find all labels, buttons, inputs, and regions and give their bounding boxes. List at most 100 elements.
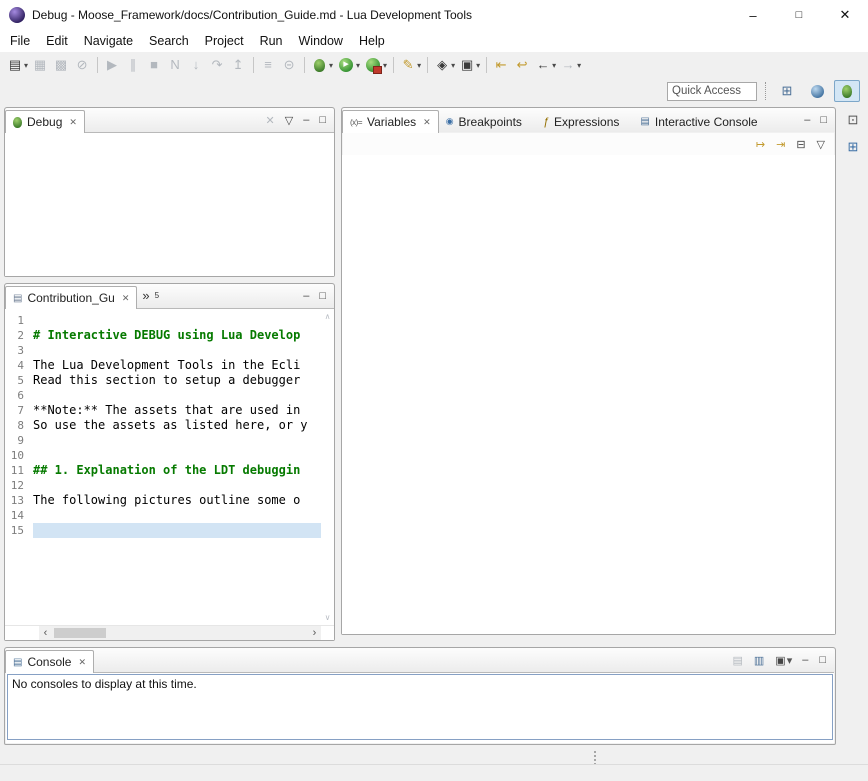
open-task-icon[interactable]: ✎ ▾ [398, 54, 423, 76]
editor-line[interactable]: 2 # Interactive DEBUG using Lua Develop [5, 328, 321, 343]
external-tools-icon[interactable]: ▾ [362, 54, 389, 76]
skip-breakpoints-icon[interactable]: ⊘ [72, 54, 93, 76]
editor-line[interactable]: 8 So use the assets as listed here, or y [5, 418, 321, 433]
disconnect-icon[interactable]: N [165, 54, 186, 76]
hscroll-track[interactable] [52, 626, 308, 640]
editor-line[interactable]: 1 [5, 313, 321, 328]
file-icon: ▤ [13, 293, 22, 304]
hscroll-thumb[interactable] [54, 628, 106, 638]
use-step-filters-icon[interactable]: ⊝ [279, 54, 300, 76]
view-menu-icon[interactable]: ▽ [285, 114, 293, 127]
forward-icon[interactable]: → ▾ [558, 54, 583, 76]
layout-view-icon[interactable]: ⊞ [842, 136, 864, 158]
debug-view-icon [13, 117, 22, 128]
editor-line[interactable]: 9 [5, 433, 321, 448]
minimize-icon[interactable]: – [804, 114, 810, 126]
back-icon[interactable]: ← ▾ [533, 54, 558, 76]
close-button[interactable]: ✕ [822, 0, 868, 30]
pin-console-icon[interactable]: ▤ [732, 654, 743, 667]
menu-item-edit[interactable]: Edit [38, 30, 76, 52]
open-perspective-button[interactable]: ⊞ [774, 80, 800, 102]
resume-icon[interactable]: ▶ [102, 54, 123, 76]
menu-item-project[interactable]: Project [197, 30, 252, 52]
maximize-icon[interactable]: □ [820, 114, 827, 126]
minimize-icon[interactable]: – [303, 114, 309, 126]
maximize-button[interactable]: □ [776, 0, 822, 30]
open-console-icon[interactable]: ▣ ▾ [775, 654, 792, 667]
tab-expressions[interactable]: ƒ Expressions [536, 111, 634, 132]
editor-line[interactable]: 11 ## 1. Explanation of the LDT debuggin [5, 463, 321, 478]
editor-line[interactable]: 13 The following pictures outline some o [5, 493, 321, 508]
close-icon[interactable]: ✕ [69, 117, 77, 128]
menu-item-navigate[interactable]: Navigate [76, 30, 141, 52]
view-menu-icon[interactable]: ▽ [817, 138, 825, 151]
lua-perspective-button[interactable] [804, 80, 830, 102]
editor-horizontal-scrollbar[interactable]: ‹ › [39, 626, 321, 640]
editor-line[interactable]: 15 [5, 523, 321, 538]
open-element-icon[interactable]: ◈ ▾ [432, 54, 457, 76]
minimize-icon[interactable]: – [802, 654, 809, 666]
editor-line[interactable]: 4 The Lua Development Tools in the Ecli [5, 358, 321, 373]
collapse-all-icon[interactable]: ⊟ [796, 138, 805, 151]
maximize-icon[interactable]: □ [319, 290, 326, 302]
close-icon[interactable]: ✕ [78, 657, 86, 668]
scroll-right-icon[interactable]: › [308, 626, 321, 640]
console-text-area[interactable]: No consoles to display at this time. [7, 674, 833, 740]
debug-icon[interactable]: ▾ [309, 54, 335, 76]
scroll-up-icon[interactable]: ∧ [325, 312, 331, 321]
step-into-icon[interactable]: ↓ [186, 54, 207, 76]
title-bar: Debug - Moose_Framework/docs/Contributio… [0, 0, 868, 30]
minimize-icon[interactable]: – [303, 290, 309, 302]
maximize-icon[interactable]: □ [819, 654, 827, 666]
suspend-icon[interactable]: ∥ [123, 54, 144, 76]
menu-item-search[interactable]: Search [141, 30, 197, 52]
close-icon[interactable]: ✕ [423, 117, 431, 128]
new-wizard-icon[interactable]: ▤ ▾ [5, 54, 30, 76]
hidden-editors-button[interactable]: »5 [137, 285, 164, 306]
previous-edit-icon[interactable]: ⇤ [491, 54, 512, 76]
editor-line[interactable]: 14 [5, 508, 321, 523]
tab-breakpoints[interactable]: ◉ Breakpoints [439, 111, 536, 132]
editor-vertical-scrollbar[interactable]: ∧ ∨ [321, 309, 334, 625]
show-logical-structures-icon[interactable]: ↦ [756, 138, 765, 151]
quick-access-input[interactable] [667, 82, 757, 101]
terminate-icon[interactable]: ■ [144, 54, 165, 76]
minimize-button[interactable]: – [730, 0, 776, 30]
editor-line[interactable]: 12 [5, 478, 321, 493]
debug-perspective-button[interactable] [834, 80, 860, 102]
remove-terminated-icon[interactable]: ✕ [266, 114, 275, 127]
editor-line[interactable]: 3 [5, 343, 321, 358]
last-edit-location-icon[interactable]: ↩ [512, 54, 533, 76]
debug-view-toolbar: ✕ ▽ – □ [266, 108, 334, 132]
menu-item-window[interactable]: Window [291, 30, 351, 52]
maximize-icon[interactable]: □ [319, 114, 326, 126]
tab-debug[interactable]: Debug ✕ [5, 110, 85, 133]
editor-line[interactable]: 7 **Note:** The assets that are used in [5, 403, 321, 418]
save-icon[interactable]: ▦ [30, 54, 51, 76]
scroll-left-icon[interactable]: ‹ [39, 626, 52, 640]
show-type-names-icon[interactable]: ⇥ [776, 138, 785, 151]
sash-handle[interactable] [593, 751, 597, 765]
menu-item-file[interactable]: File [2, 30, 38, 52]
editor-line[interactable]: 6 [5, 388, 321, 403]
line-number: 7 [5, 403, 33, 418]
restore-view-icon[interactable]: ⊡ [842, 109, 864, 131]
close-icon[interactable]: ✕ [122, 293, 130, 304]
editor-main: 1 2 # Interactive DEBUG using Lua Develo… [5, 309, 334, 625]
step-over-icon[interactable]: ↷ [207, 54, 228, 76]
tab-console[interactable]: ▤ Console ✕ [5, 650, 94, 673]
step-return-icon[interactable]: ↥ [228, 54, 249, 76]
scroll-down-icon[interactable]: ∨ [325, 613, 331, 622]
tab-interactive-console[interactable]: ▤ Interactive Console [633, 111, 771, 132]
editor-line[interactable]: 10 [5, 448, 321, 463]
run-icon[interactable]: ▾ [335, 54, 362, 76]
editor-line[interactable]: 5 Read this section to setup a debugger [5, 373, 321, 388]
display-console-icon[interactable]: ▥ [754, 654, 765, 667]
drop-to-frame-icon[interactable]: ≡ [258, 54, 279, 76]
tab-contribution-guide[interactable]: ▤ Contribution_Gu ✕ [5, 286, 137, 309]
menu-item-run[interactable]: Run [252, 30, 291, 52]
save-all-icon[interactable]: ▩ [51, 54, 72, 76]
tab-variables[interactable]: (x)= Variables ✕ [342, 110, 439, 133]
menu-item-help[interactable]: Help [351, 30, 393, 52]
pin-editor-icon[interactable]: ▣ ▾ [457, 54, 482, 76]
